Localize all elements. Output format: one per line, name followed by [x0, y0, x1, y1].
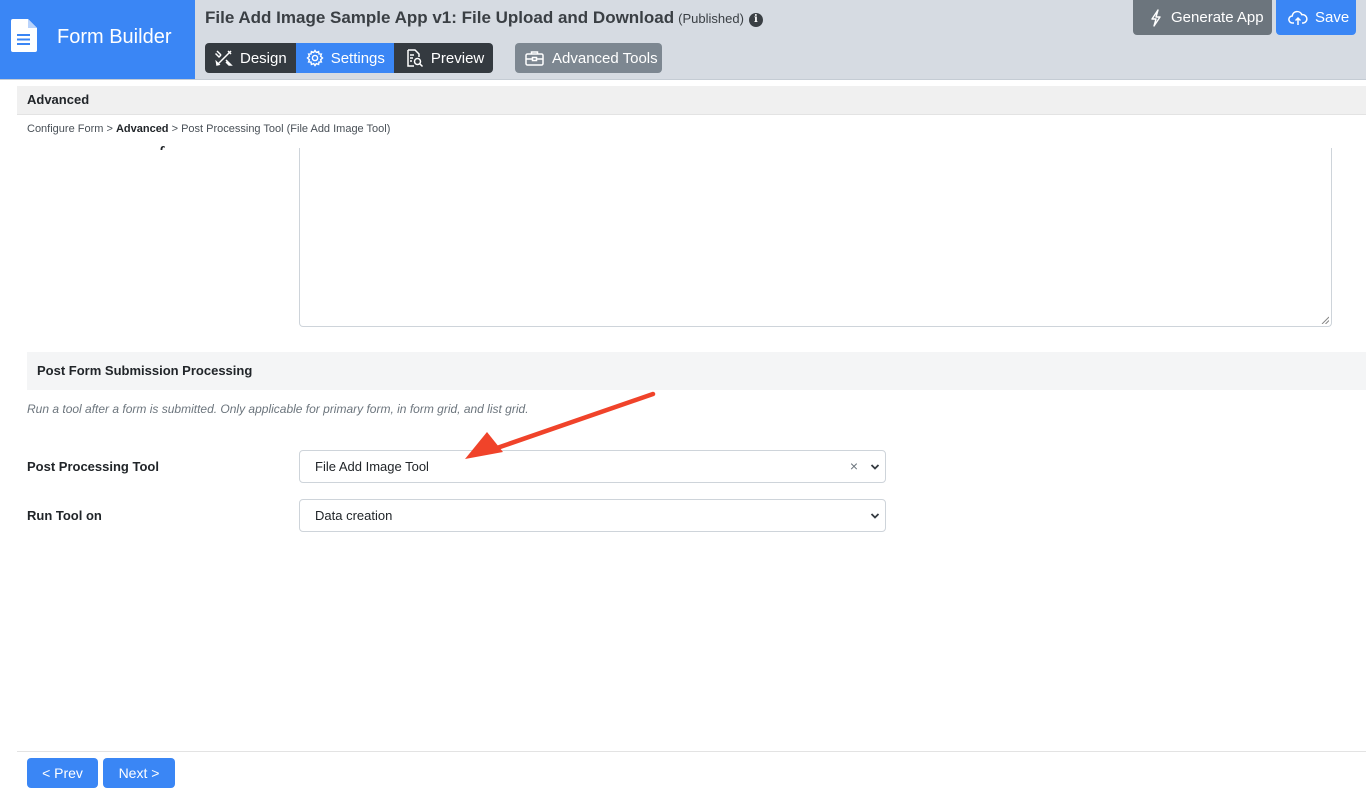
tab-preview[interactable]: Preview — [393, 43, 494, 73]
cut-off-label: g — [160, 141, 165, 150]
app-title: File Add Image Sample App v1: File Uploa… — [205, 8, 763, 28]
clear-icon[interactable]: × — [850, 451, 858, 482]
breadcrumb-configure-form[interactable]: Configure Form > — [27, 123, 116, 135]
cloud-upload-icon — [1288, 10, 1308, 25]
toolbox-icon — [525, 51, 544, 66]
preview-icon — [407, 49, 423, 68]
generate-app-label: Generate App — [1171, 9, 1264, 26]
next-button[interactable]: Next > — [103, 758, 175, 788]
tab-settings-label: Settings — [330, 49, 385, 67]
generate-app-button[interactable]: Generate App — [1133, 0, 1272, 35]
app-name: File Add Image Sample App v1: File Uploa… — [205, 8, 675, 27]
tab-design-label: Design — [240, 49, 287, 67]
design-tools-icon — [215, 50, 233, 66]
post-processing-help-text: Run a tool after a form is submitted. On… — [27, 402, 529, 416]
info-icon[interactable]: i — [748, 13, 763, 27]
textarea-field[interactable] — [299, 148, 1332, 327]
run-tool-on-value: Data creation — [315, 508, 393, 523]
breadcrumb-advanced[interactable]: Advanced — [116, 123, 169, 135]
resize-handle-icon[interactable] — [1321, 316, 1329, 324]
app-status: (Published) — [678, 11, 744, 26]
view-tabs: Design Settings Preview — [205, 43, 494, 73]
brand[interactable]: Form Builder — [0, 0, 195, 79]
brand-title: Form Builder — [57, 26, 172, 48]
post-processing-tool-value: File Add Image Tool — [315, 459, 429, 474]
section-title: Advanced — [17, 86, 1366, 115]
save-label: Save — [1315, 9, 1350, 26]
chevron-down-icon — [870, 464, 880, 470]
footer-divider — [17, 751, 1366, 752]
post-processing-heading: Post Form Submission Processing — [27, 352, 1366, 390]
save-button[interactable]: Save — [1276, 0, 1356, 35]
lightning-icon — [1151, 8, 1161, 27]
gear-icon — [306, 49, 324, 67]
annotation-arrow-icon — [465, 391, 656, 459]
advanced-tools-label: Advanced Tools — [552, 49, 658, 67]
tab-settings[interactable]: Settings — [295, 43, 394, 73]
tab-preview-label: Preview — [430, 49, 485, 67]
prev-button[interactable]: < Prev — [27, 758, 98, 788]
chevron-down-icon — [870, 513, 880, 519]
advanced-tools-button[interactable]: Advanced Tools — [515, 43, 662, 73]
document-icon — [11, 19, 37, 52]
post-processing-tool-label: Post Processing Tool — [27, 459, 159, 474]
top-bar: Form Builder File Add Image Sample App v… — [0, 0, 1366, 80]
run-tool-on-label: Run Tool on — [27, 508, 102, 523]
breadcrumb-current: > Post Processing Tool (File Add Image T… — [168, 123, 391, 135]
breadcrumb: Configure Form > Advanced > Post Process… — [27, 123, 390, 135]
run-tool-on-select[interactable]: Data creation — [299, 499, 886, 532]
tab-design[interactable]: Design — [205, 43, 296, 73]
